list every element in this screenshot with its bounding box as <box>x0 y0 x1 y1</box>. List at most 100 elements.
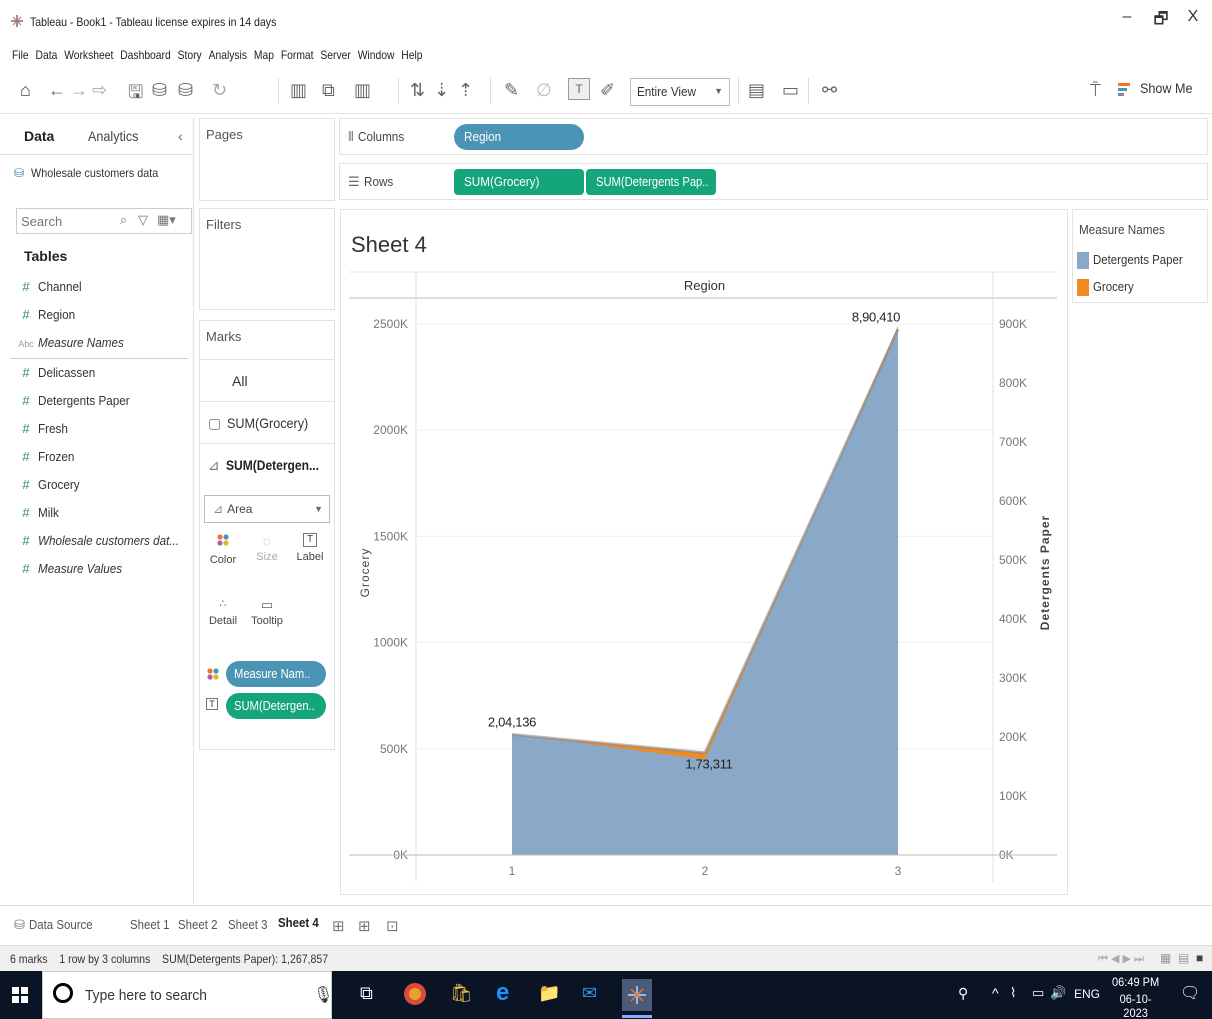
presentation-mode-icon[interactable]: ▭ <box>782 80 799 101</box>
edge-icon[interactable]: e <box>496 979 509 1007</box>
highlight-icon[interactable]: ✎ <box>504 80 519 101</box>
data-source-tab[interactable]: ⛁ Data Source <box>14 917 101 933</box>
show-mark-labels-icon[interactable]: T <box>568 78 590 100</box>
fix-axes-icon[interactable]: ✐ <box>600 80 615 101</box>
replay-icon[interactable]: ⇨ <box>92 80 107 101</box>
new-story-icon[interactable]: ⊡ <box>386 917 399 935</box>
sum-detergents-pill[interactable]: SUM(Detergen.. <box>226 693 326 719</box>
language-indicator[interactable]: ENG <box>1074 987 1100 1001</box>
sheet-tab-2[interactable]: Sheet 2 <box>178 917 217 932</box>
menu-map[interactable]: Map <box>254 48 274 62</box>
marks-all[interactable]: All <box>232 373 248 389</box>
sheet-tab-1[interactable]: Sheet 1 <box>130 917 169 932</box>
region-pill[interactable]: Region <box>454 124 584 150</box>
task-view-icon[interactable]: ⧉ <box>360 983 373 1004</box>
marks-tab-grocery[interactable]: ▢ SUM(Grocery) <box>208 415 317 432</box>
filter-icon[interactable]: ▽ <box>138 212 148 228</box>
sum-grocery-pill[interactable]: SUM(Grocery) <box>454 169 584 195</box>
mark-type-dropdown[interactable]: ⊿ Area ▼ <box>204 495 330 523</box>
field-item[interactable]: # Delicassen <box>14 365 102 385</box>
menu-file[interactable]: File <box>12 48 29 62</box>
tableau-taskbar-icon[interactable] <box>622 979 652 1011</box>
people-icon[interactable]: ⚲ <box>958 985 968 1002</box>
undo-icon[interactable]: ← <box>48 80 66 101</box>
show-cards-icon[interactable]: ▤ <box>748 80 765 101</box>
menu-format[interactable]: Format <box>281 48 314 62</box>
filters-card[interactable]: Filters <box>199 208 335 310</box>
detail-button[interactable]: ∴ Detail <box>205 597 241 627</box>
search-icon[interactable]: ⌕ <box>120 212 127 228</box>
presentation-icon[interactable]: ⍑ <box>1090 80 1101 101</box>
chrome-icon[interactable] <box>404 983 426 1005</box>
clock[interactable]: 06:49 PM 06-10-2023 <box>1108 975 1163 1019</box>
file-explorer-icon[interactable]: 📁 <box>538 983 560 1004</box>
menu-story[interactable]: Story <box>178 48 202 62</box>
pause-updates-icon[interactable]: ⛁ <box>178 80 193 101</box>
sum-detergents-row-pill[interactable]: SUM(Detergents Pap.. <box>586 169 716 195</box>
menu-help[interactable]: Help <box>401 48 422 62</box>
marks-tab-detergents[interactable]: ⊿ SUM(Detergen... <box>208 457 334 474</box>
menu-analysis[interactable]: Analysis <box>209 48 247 62</box>
new-datasource-icon[interactable]: ⛁ <box>152 80 167 101</box>
clear-sheet-icon[interactable]: ▥ <box>354 80 371 101</box>
rows-shelf[interactable]: ☰ Rows SUM(Grocery) SUM(Detergents Pap.. <box>339 163 1208 200</box>
columns-shelf[interactable]: ⦀ Columns Region <box>339 118 1208 155</box>
show-hidden-icons-icon[interactable]: ^ <box>992 985 999 1001</box>
notifications-icon[interactable]: 🗨 <box>1180 983 1200 1003</box>
show-me-button[interactable]: Show Me <box>1118 80 1198 97</box>
taskbar-search[interactable]: Type here to search 🎙 <box>42 971 333 1019</box>
mail-icon[interactable]: ✉ <box>582 983 597 1004</box>
field-item[interactable]: # Measure Values <box>14 561 131 581</box>
label-button[interactable]: T Label <box>292 533 328 563</box>
measure-names-pill[interactable]: Measure Nam.. <box>226 661 326 687</box>
field-item[interactable]: # Region <box>14 307 79 327</box>
menu-server[interactable]: Server <box>320 48 350 62</box>
volume-icon[interactable]: 🔊 <box>1050 985 1066 1001</box>
show-tabs-icon[interactable]: ▤ <box>1178 951 1189 965</box>
marks-pill-measure-names[interactable]: Measure Nam.. <box>204 661 330 687</box>
windows-start-icon[interactable] <box>12 987 28 1003</box>
new-dashboard-icon[interactable]: ⊞ <box>358 917 371 935</box>
color-button[interactable]: Color <box>205 533 241 566</box>
microphone-icon[interactable]: 🎙 <box>313 985 333 1005</box>
menu-window[interactable]: Window <box>358 48 395 62</box>
field-item[interactable]: # Channel <box>14 279 86 299</box>
legend-item[interactable]: Detergents Paper <box>1077 252 1195 270</box>
menu-worksheet[interactable]: Worksheet <box>64 48 113 62</box>
tooltip-button[interactable]: ▭ Tooltip <box>249 597 285 627</box>
new-worksheet-icon[interactable]: ▥ <box>290 80 307 101</box>
redo-icon[interactable]: → <box>70 80 88 101</box>
view-options-icon[interactable]: ▦▾ <box>157 212 176 228</box>
sheet-tab-3[interactable]: Sheet 3 <box>228 917 267 932</box>
sheet-tab-4[interactable]: Sheet 4 <box>278 915 319 930</box>
tab-data[interactable]: Data <box>24 128 54 144</box>
refresh-icon[interactable]: ↻ <box>212 80 227 101</box>
marks-pill-sum-detergents[interactable]: T SUM(Detergen.. <box>204 693 330 719</box>
menu-dashboard[interactable]: Dashboard <box>120 48 170 62</box>
group-members-icon[interactable]: ∅ <box>536 80 552 101</box>
duplicate-sheet-icon[interactable]: ⧉ <box>322 80 335 101</box>
new-worksheet-icon[interactable]: ⊞ <box>332 917 345 935</box>
field-item[interactable]: # Fresh <box>14 421 71 441</box>
datasource-item[interactable]: ⛁ Wholesale customers data <box>14 166 173 180</box>
sheet-navigation-icon[interactable]: ⏮ ◀ ▶ ⏭ <box>1098 952 1144 966</box>
tab-analytics[interactable]: Analytics <box>88 128 138 144</box>
battery-icon[interactable]: ▭ <box>1032 985 1044 1001</box>
minimize-button[interactable]: – <box>1112 8 1142 26</box>
show-filmstrip-icon[interactable]: ▦ <box>1160 951 1171 965</box>
collapse-pane-icon[interactable]: ‹ <box>178 128 183 144</box>
field-item[interactable]: Abc Measure Names <box>14 335 133 355</box>
sort-ascending-icon[interactable]: ⇣ <box>434 80 449 101</box>
menu-data[interactable]: Data <box>36 48 58 62</box>
show-sheet-icon[interactable]: ■ <box>1196 951 1203 965</box>
store-icon[interactable]: 🛍 <box>450 983 473 1004</box>
legend-item[interactable]: Grocery <box>1077 279 1139 297</box>
field-item[interactable]: # Wholesale customers dat... <box>14 533 195 553</box>
network-icon[interactable]: ⌇ <box>1010 985 1016 1001</box>
view-fit-dropdown[interactable]: Entire View ▼ <box>630 78 730 106</box>
field-item[interactable]: # Frozen <box>14 449 78 469</box>
field-item[interactable]: # Detergents Paper <box>14 393 140 413</box>
maximize-button[interactable]: 🗗 <box>1146 8 1176 35</box>
pages-card[interactable]: Pages <box>199 118 335 201</box>
swap-rows-columns-icon[interactable]: ⇅ <box>410 80 425 101</box>
